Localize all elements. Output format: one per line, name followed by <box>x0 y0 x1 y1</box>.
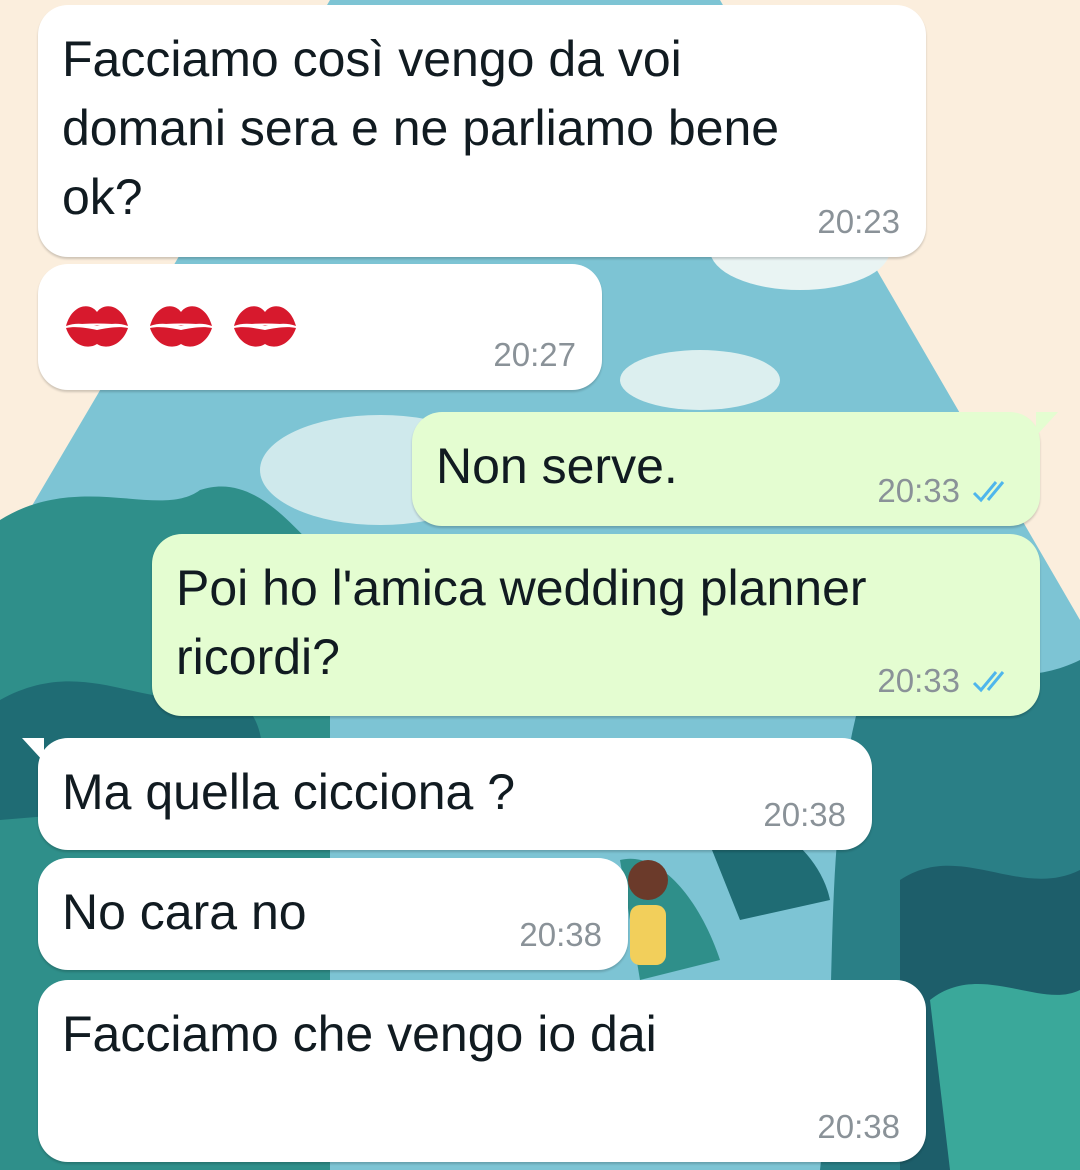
time-label: 20:33 <box>877 662 960 699</box>
message-bubble[interactable]: 💋💋💋 20:27 <box>38 264 602 390</box>
read-ticks-icon <box>972 481 1005 503</box>
message-text: Facciamo così vengo da voi domani sera e… <box>62 31 780 225</box>
message-text: Ma quella cicciona ? <box>62 764 516 820</box>
message-time: 20:23 <box>817 203 900 241</box>
time-label: 20:27 <box>493 336 576 373</box>
message-time: 20:38 <box>817 1108 900 1146</box>
time-label: 20:38 <box>763 796 846 833</box>
bubble-tail <box>1036 412 1058 436</box>
time-label: 20:23 <box>817 203 900 240</box>
message-bubble[interactable]: Poi ho l'amica wedding planner ricordi? … <box>152 534 1040 716</box>
message-bubble[interactable]: Facciamo che vengo io dai 20:38 <box>38 980 926 1162</box>
time-label: 20:38 <box>519 916 602 953</box>
read-ticks-icon <box>972 671 1005 693</box>
kiss-mark-icon <box>150 306 212 347</box>
message-bubble[interactable]: Non serve. 20:33 <box>412 412 1058 526</box>
time-label: 20:38 <box>817 1108 900 1145</box>
time-label: 20:33 <box>877 472 960 509</box>
message-bubble[interactable]: Ma quella cicciona ? 20:38 <box>22 738 872 850</box>
kiss-mark-icon <box>234 306 296 347</box>
message-time: 20:33 <box>877 662 1014 700</box>
message-text: Facciamo che vengo io dai <box>62 1006 657 1062</box>
message-time: 20:38 <box>519 916 602 954</box>
bubble-tail <box>22 738 44 762</box>
message-time: 20:33 <box>877 472 1014 510</box>
kiss-mark-icon <box>66 306 128 347</box>
message-time: 20:38 <box>763 796 846 834</box>
message-bubble[interactable]: Facciamo così vengo da voi domani sera e… <box>38 5 926 257</box>
message-time: 20:27 <box>493 336 576 374</box>
message-bubble[interactable]: No cara no 20:38 <box>38 858 628 970</box>
